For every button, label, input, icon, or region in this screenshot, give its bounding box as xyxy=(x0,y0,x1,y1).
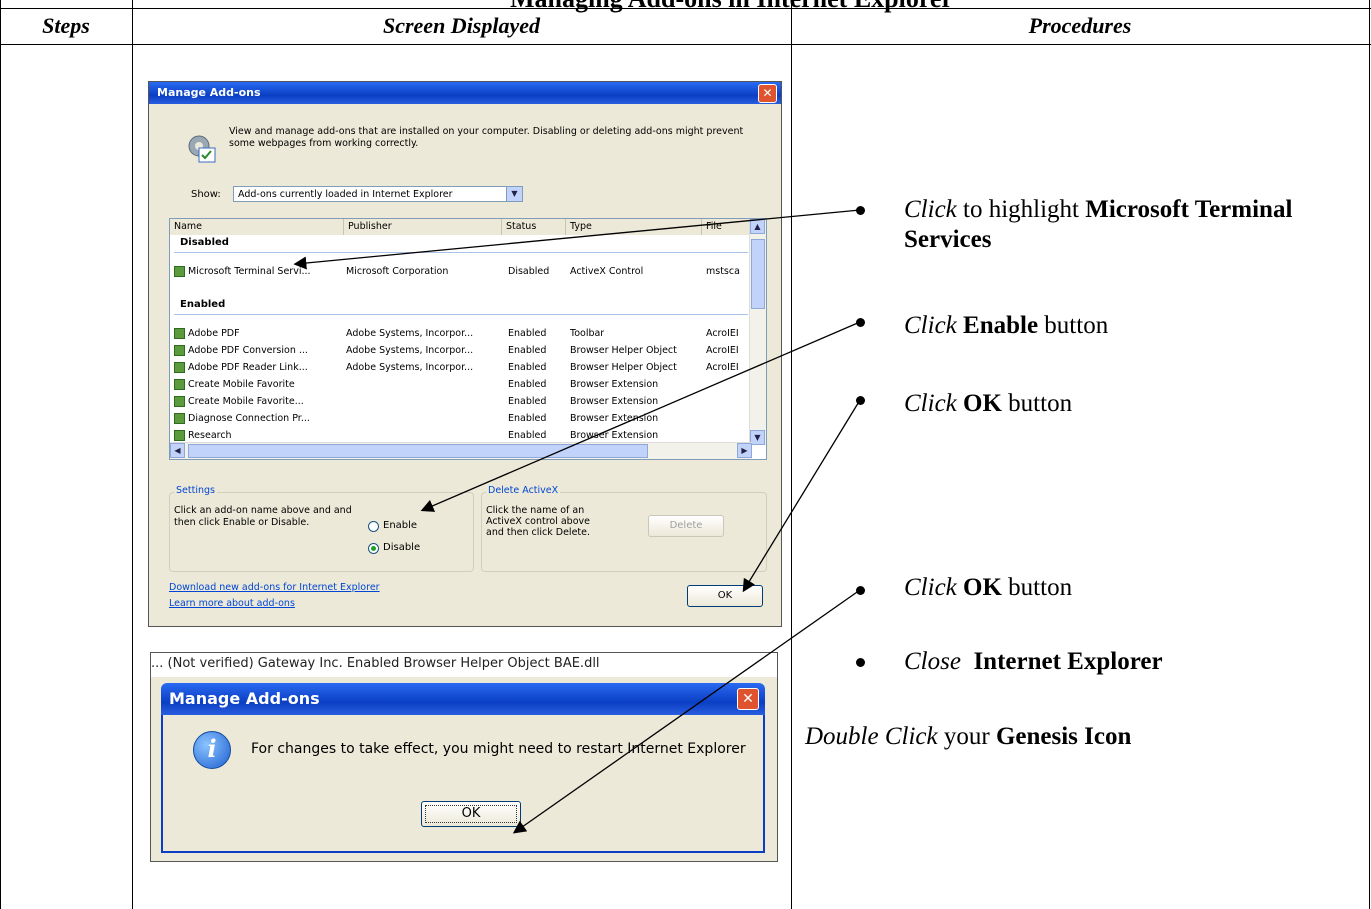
arrow-to-ok-button-2 xyxy=(512,589,861,834)
annotation-arrows xyxy=(293,209,861,834)
procedure-2: Click Enable button xyxy=(904,312,1109,339)
arrow-to-terminal-services xyxy=(293,209,861,270)
bullet xyxy=(856,586,865,595)
procedure-1: Click to highlight Microsoft Terminal Se… xyxy=(904,196,1293,253)
procedure-3: Click OK button xyxy=(904,390,1073,417)
procedure-5: Close Internet Explorer xyxy=(904,648,1163,675)
procedure-4: Click OK button xyxy=(904,574,1073,601)
bullet xyxy=(856,318,865,327)
bullet xyxy=(856,658,865,667)
arrow-to-enable-radio xyxy=(420,321,861,512)
arrow-to-ok-button xyxy=(742,399,861,593)
bullet xyxy=(856,396,865,405)
procedure-6: Double Click your Genesis Icon xyxy=(805,723,1132,750)
bullet xyxy=(856,206,865,215)
